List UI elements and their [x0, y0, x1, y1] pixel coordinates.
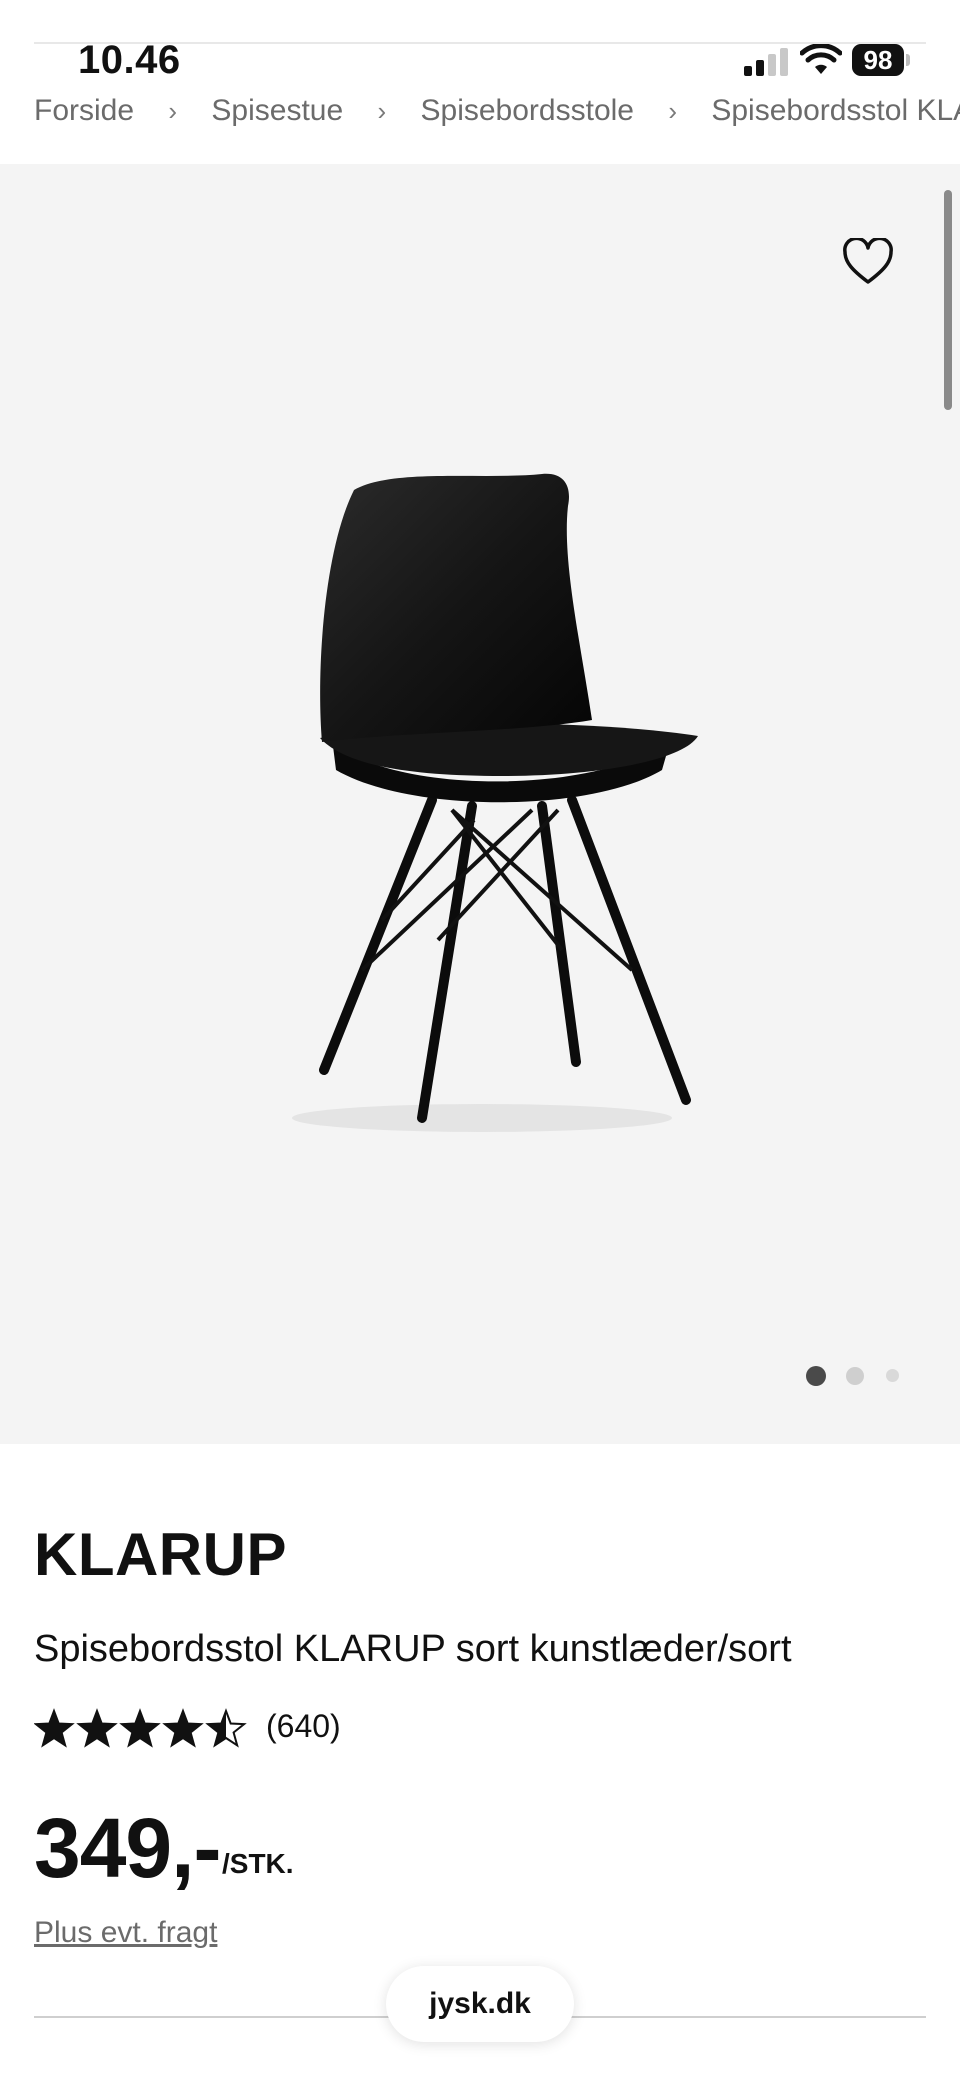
chevron-right-icon: › [168, 96, 178, 126]
breadcrumb-item-spisestue[interactable]: Spisestue [211, 88, 343, 134]
cellular-signal-icon [744, 48, 788, 76]
price: 349,- [34, 1801, 221, 1895]
url-bar[interactable]: jysk.dk [386, 1966, 574, 2042]
chevron-right-icon: › [377, 96, 387, 126]
star-filled-icon [78, 1711, 116, 1746]
star-filled-icon [121, 1711, 159, 1746]
battery-icon: 98 [852, 44, 910, 76]
breadcrumb: Forside › Spisestue › Spisebordsstole › … [34, 88, 960, 154]
product-name: KLARUP [34, 1521, 287, 1588]
pagination-dot[interactable] [886, 1369, 899, 1382]
rating-stars [34, 1708, 247, 1748]
wifi-icon [800, 44, 842, 74]
status-bar: 10.46 98 [0, 0, 960, 88]
star-filled-icon [35, 1711, 73, 1746]
product-description: Spisebordsstol KLARUP sort kunstlæder/so… [34, 1628, 792, 1670]
battery-level: 98 [852, 44, 904, 76]
status-time: 10.46 [78, 38, 181, 82]
pagination-dot-active[interactable] [806, 1366, 826, 1386]
breadcrumb-item-current[interactable]: Spisebordsstol KLA [711, 88, 960, 134]
product-image[interactable] [262, 470, 702, 1140]
pagination-dot[interactable] [846, 1367, 864, 1385]
price-unit: /STK. [222, 1848, 294, 1879]
chevron-right-icon: › [668, 96, 677, 126]
product-rating[interactable]: (640) [34, 1706, 434, 1750]
scrollbar[interactable] [944, 190, 952, 410]
heart-icon[interactable] [842, 238, 894, 286]
rating-count[interactable]: (640) [266, 1708, 341, 1745]
image-pagination[interactable] [806, 1366, 902, 1386]
star-filled-icon [164, 1711, 202, 1746]
freight-link[interactable]: Plus evt. fragt [34, 1916, 217, 1950]
breadcrumb-item-spisebordsstole[interactable]: Spisebordsstole [421, 88, 634, 134]
breadcrumb-item-forside[interactable]: Forside [34, 88, 134, 134]
